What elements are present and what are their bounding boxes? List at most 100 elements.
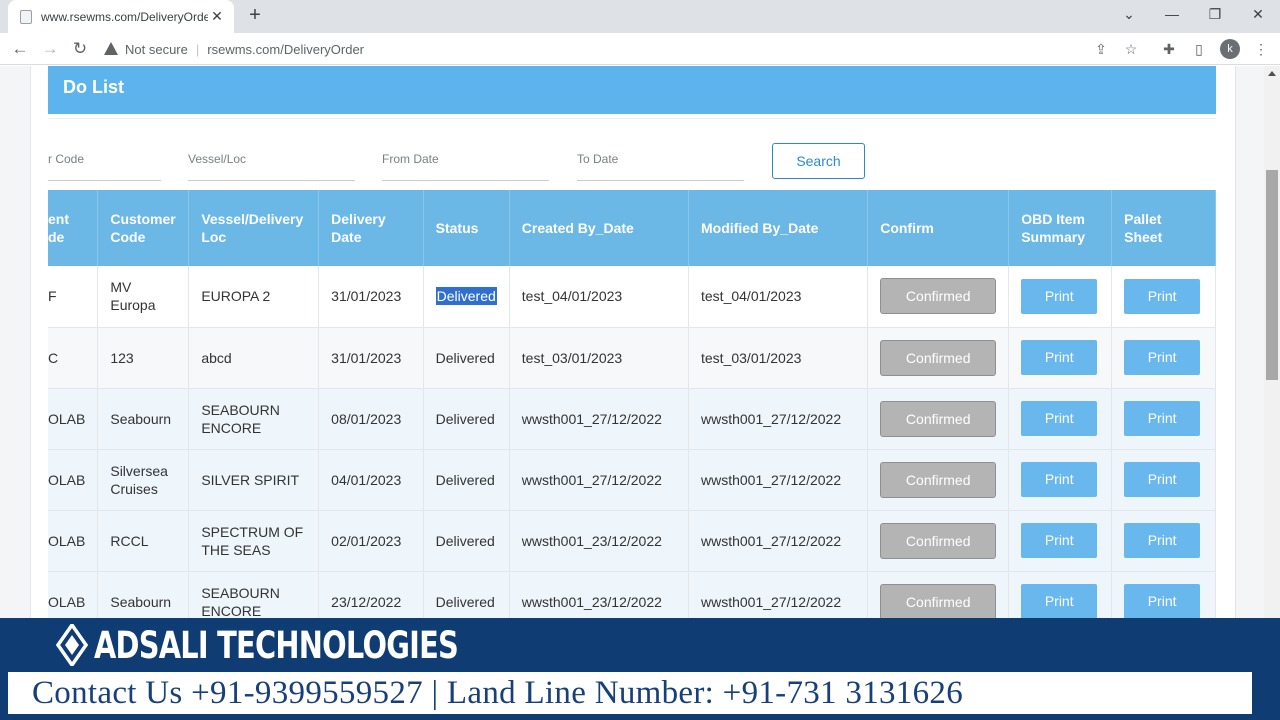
column-header-vessel-loc[interactable]: Vessel/Delivery Loc [188, 190, 320, 266]
cell-created: test_04/01/2023 [509, 266, 690, 328]
cell-customer-code: Seabourn [97, 571, 190, 618]
cell-vessel-loc: abcd [188, 327, 320, 389]
confirmed-button[interactable]: Confirmed [880, 278, 997, 315]
do-list-table: ent de Customer Code Vessel/Delivery Loc … [48, 190, 1216, 618]
column-header-modified[interactable]: Modified By_Date [688, 190, 869, 266]
confirmed-button[interactable]: Confirmed [880, 339, 997, 376]
cell-client-code: OLAB [48, 449, 99, 511]
cell-pallet: Print [1111, 571, 1216, 618]
column-header-customer-code[interactable]: Customer Code [97, 190, 190, 266]
cell-client-code: C [48, 327, 99, 389]
cell-vessel-loc: SILVER SPIRIT [188, 449, 320, 511]
column-header-client-code[interactable]: ent de [48, 190, 99, 266]
table-row: OLAB Silversea Cruises SILVER SPIRIT 04/… [48, 449, 1216, 511]
cell-client-code: OLAB [48, 571, 99, 618]
omnibox-separator: | [195, 41, 200, 57]
back-icon[interactable]: ← [9, 38, 31, 60]
profile-avatar[interactable]: k [1220, 39, 1240, 59]
column-header-pallet-sheet[interactable]: Pallet Sheet [1111, 190, 1216, 266]
column-header-status[interactable]: Status [423, 190, 510, 266]
cell-confirm: Confirmed [867, 327, 1010, 389]
pallet-print-button[interactable]: Print [1124, 584, 1201, 618]
confirmed-button[interactable]: Confirmed [880, 400, 997, 437]
warning-icon [104, 42, 118, 56]
cell-customer-code: Silversea Cruises [97, 449, 190, 511]
column-header-created[interactable]: Created By_Date [509, 190, 690, 266]
vertical-scrollbar[interactable] [1264, 66, 1280, 618]
menu-icon[interactable]: ⋮ [1252, 40, 1270, 58]
cell-obd: Print [1008, 327, 1113, 389]
brand-lockup: ADSALI TECHNOLOGIES [56, 622, 561, 668]
obd-print-button[interactable]: Print [1021, 340, 1098, 375]
table-header-row: ent de Customer Code Vessel/Delivery Loc … [48, 190, 1216, 266]
cell-delivery-date: 31/01/2023 [318, 266, 424, 328]
cell-client-code: OLAB [48, 388, 99, 450]
cell-customer-code: 123 [97, 327, 190, 389]
obd-print-button[interactable]: Print [1021, 584, 1098, 618]
status-text-selected: Delivered [435, 287, 497, 306]
from-date-input[interactable]: From Date [382, 148, 549, 181]
table-row: F MV Europa EUROPA 2 31/01/2023 Delivere… [48, 266, 1216, 328]
confirmed-button[interactable]: Confirmed [880, 461, 997, 498]
cell-status: Delivered [423, 571, 510, 618]
scrollbar-thumb[interactable] [1266, 170, 1278, 380]
cell-status: Delivered [423, 388, 510, 450]
client-code-input[interactable]: r Code [48, 148, 161, 181]
cell-status: Delivered [423, 449, 510, 511]
cell-pallet: Print [1111, 327, 1216, 389]
cell-created: wwsth001_23/12/2022 [509, 571, 690, 618]
forward-icon[interactable]: → [39, 38, 61, 60]
cell-customer-code: RCCL [97, 510, 190, 572]
confirmed-button[interactable]: Confirmed [880, 583, 997, 618]
extensions-icon[interactable]: ✚ [1160, 40, 1178, 58]
restore-icon[interactable]: ❐ [1202, 4, 1228, 24]
url-text[interactable]: rsewms.com/DeliveryOrder [207, 42, 364, 57]
cell-delivery-date: 08/01/2023 [318, 388, 424, 450]
cell-obd: Print [1008, 388, 1113, 450]
close-icon[interactable]: ✕ [208, 8, 226, 25]
contact-text: Contact Us +91-9399559527 | Land Line Nu… [32, 675, 964, 711]
cell-modified: wwsth001_27/12/2022 [688, 388, 869, 450]
cell-obd: Print [1008, 449, 1113, 511]
cell-confirm: Confirmed [867, 449, 1010, 511]
column-header-obd-summary[interactable]: OBD Item Summary [1008, 190, 1113, 266]
to-date-input[interactable]: To Date [577, 148, 744, 181]
minimize-icon[interactable]: — [1159, 4, 1185, 24]
tab-search-icon[interactable]: ⌄ [1116, 4, 1142, 24]
company-name: ADSALI TECHNOLOGIES [94, 623, 459, 667]
cell-delivery-date: 23/12/2022 [318, 571, 424, 618]
column-header-delivery-date[interactable]: Delivery Date [318, 190, 424, 266]
cell-client-code: OLAB [48, 510, 99, 572]
obd-print-button[interactable]: Print [1021, 523, 1098, 558]
bookmark-star-icon[interactable]: ☆ [1122, 40, 1140, 58]
pallet-print-button[interactable]: Print [1124, 340, 1201, 375]
security-label[interactable]: Not secure [125, 42, 188, 57]
cell-pallet: Print [1111, 266, 1216, 328]
page-icon [20, 9, 32, 24]
obd-print-button[interactable]: Print [1021, 278, 1098, 314]
address-bar[interactable]: Not secure | rsewms.com/DeliveryOrder [104, 35, 1144, 63]
cell-pallet: Print [1111, 510, 1216, 572]
obd-print-button[interactable]: Print [1021, 401, 1098, 436]
cell-confirm: Confirmed [867, 510, 1010, 572]
window-close-icon[interactable]: ✕ [1245, 4, 1271, 24]
filter-bar: r Code Vessel/Loc From Date To Date Sear… [48, 118, 1216, 188]
pallet-print-button[interactable]: Print [1124, 462, 1201, 497]
obd-print-button[interactable]: Print [1021, 462, 1098, 497]
scroll-up-arrow-icon[interactable] [1268, 71, 1276, 76]
confirmed-button[interactable]: Confirmed [880, 522, 997, 559]
share-icon[interactable]: ⇪ [1092, 40, 1110, 58]
pallet-print-button[interactable]: Print [1124, 523, 1201, 558]
browser-tab[interactable]: www.rsewms.com/DeliveryOrder ✕ [8, 0, 234, 33]
pallet-print-button[interactable]: Print [1124, 278, 1201, 314]
vessel-loc-input[interactable]: Vessel/Loc [188, 148, 355, 181]
side-panel-icon[interactable]: ▯ [1190, 40, 1208, 58]
search-button[interactable]: Search [772, 143, 865, 179]
column-header-confirm[interactable]: Confirm [867, 190, 1010, 266]
reload-icon[interactable]: ↻ [69, 38, 91, 60]
cell-obd: Print [1008, 510, 1113, 572]
pallet-print-button[interactable]: Print [1124, 401, 1201, 436]
new-tab-button[interactable]: + [244, 5, 266, 27]
cell-vessel-loc: EUROPA 2 [188, 266, 320, 328]
cell-modified: wwsth001_27/12/2022 [688, 510, 869, 572]
